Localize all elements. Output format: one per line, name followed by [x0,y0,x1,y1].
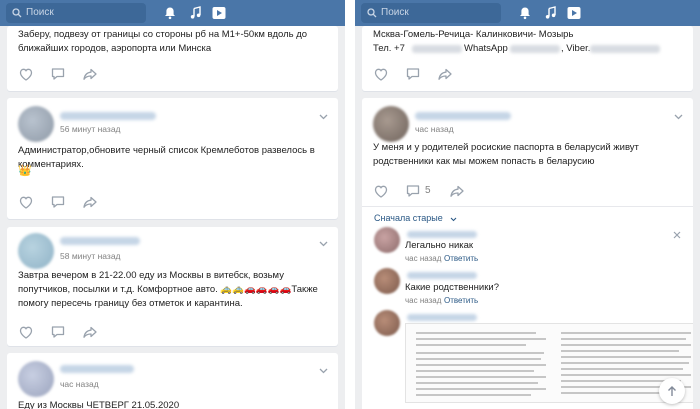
post-card: 56 минут назад Администратор,обновите че… [7,98,338,219]
redacted-phone [590,45,660,53]
chevron-down-icon[interactable] [450,217,457,222]
comment-icon[interactable] [50,194,66,210]
avatar[interactable] [18,106,54,142]
comment-icon[interactable] [405,66,421,82]
like-icon[interactable] [18,194,34,210]
post-text: Мсква-Гомель-Речица- Калинковичи- Мозырь [373,29,574,40]
top-bar: Поиск [0,0,345,26]
avatar[interactable] [373,106,409,142]
screen-divider [345,0,355,409]
post-actions [18,194,118,210]
post-actions [18,66,118,82]
scroll-up-button[interactable] [659,378,685,404]
post-card: час назад Еду из Москвы ЧЕТВЕРГ 21.05.20… [7,353,338,409]
share-icon[interactable] [449,183,465,199]
author-name[interactable] [415,112,511,120]
post-actions [373,66,473,82]
chevron-down-icon[interactable] [319,368,328,374]
top-bar: Поиск [355,0,700,26]
video-icon[interactable] [567,6,581,20]
post-card: 58 минут назад Завтра вечером в 21-22.00… [7,227,338,346]
comment-author[interactable] [407,272,477,279]
post-card: Мсква-Гомель-Речица- Калинковичи- Мозырь… [362,26,693,91]
search-placeholder: Поиск [381,7,409,18]
comment-icon[interactable] [405,183,421,199]
comment-author[interactable] [407,314,477,321]
phone-label: Тел. +7 [373,43,405,54]
avatar[interactable] [18,361,54,397]
post-text: Завтра вечером в 21-22.00 еду из Москвы … [18,270,318,309]
music-icon[interactable] [544,6,558,20]
comment-count: 5 [425,185,431,196]
reply-link[interactable]: Ответить [444,296,478,305]
music-icon[interactable] [189,6,203,20]
comment-icon[interactable] [50,66,66,82]
author-name[interactable] [60,237,140,245]
redacted-phone [510,45,560,53]
divider [362,206,693,207]
share-icon[interactable] [82,324,98,340]
like-icon[interactable] [373,66,389,82]
like-icon[interactable] [18,66,34,82]
left-screen: Поиск Заберу, подвезу от границы со стор… [0,0,345,409]
post-text: Еду из Москвы ЧЕТВЕРГ 21.05.2020 [18,400,180,409]
post-time: час назад [415,124,454,134]
share-icon[interactable] [437,66,453,82]
post-time: 56 минут назад [60,124,121,134]
post-actions: 5 [373,183,473,199]
redacted-phone [412,45,462,53]
arrow-up-icon [668,386,676,396]
comment-text: Какие родственники? [405,282,499,293]
author-name[interactable] [60,112,156,120]
video-icon[interactable] [212,6,226,20]
post-text: Заберу, подвезу от границы со стороны рб… [18,29,308,54]
post-text: У меня и у родителей росиские паспорта в… [373,142,639,167]
like-icon[interactable] [373,183,389,199]
crown-emoji: 👑 [18,165,32,177]
post-actions [18,324,118,340]
search-box[interactable]: Поиск [361,3,501,23]
share-icon[interactable] [82,194,98,210]
chevron-down-icon[interactable] [674,114,683,120]
reply-link[interactable]: Ответить [444,254,478,263]
comment-avatar[interactable] [374,310,400,336]
post-card: час назад У меня и у родителей росиские … [362,98,693,409]
close-icon[interactable] [673,231,681,239]
sort-comments-link[interactable]: Сначала старые [374,213,443,223]
comment-text: Легально никак [405,240,474,251]
search-icon [12,8,22,18]
search-icon [367,8,377,18]
chevron-down-icon[interactable] [319,241,328,247]
right-screen: Поиск Мсква-Гомель-Речица- Калинковичи- … [355,0,700,409]
post-time: 58 минут назад [60,251,121,261]
comment-avatar[interactable] [374,268,400,294]
post-card: Заберу, подвезу от границы со стороны рб… [7,26,338,91]
avatar[interactable] [18,233,54,269]
chevron-down-icon[interactable] [319,114,328,120]
search-box[interactable]: Поиск [6,3,146,23]
like-icon[interactable] [18,324,34,340]
comment-time: час назад [405,254,442,263]
post-time: час назад [60,379,99,389]
comment-author[interactable] [407,231,477,238]
post-text: Администратор,обновите черный список Кре… [18,145,315,170]
comment-avatar[interactable] [374,227,400,253]
share-icon[interactable] [82,66,98,82]
bell-icon[interactable] [163,6,177,20]
comment-time: час назад [405,296,442,305]
whatsapp-label: WhatsApp [464,43,508,54]
comment-icon[interactable] [50,324,66,340]
search-placeholder: Поиск [26,7,54,18]
attached-document-image[interactable] [405,323,693,403]
author-name[interactable] [60,365,134,373]
viber-label: , Viber. [561,43,591,54]
bell-icon[interactable] [518,6,532,20]
